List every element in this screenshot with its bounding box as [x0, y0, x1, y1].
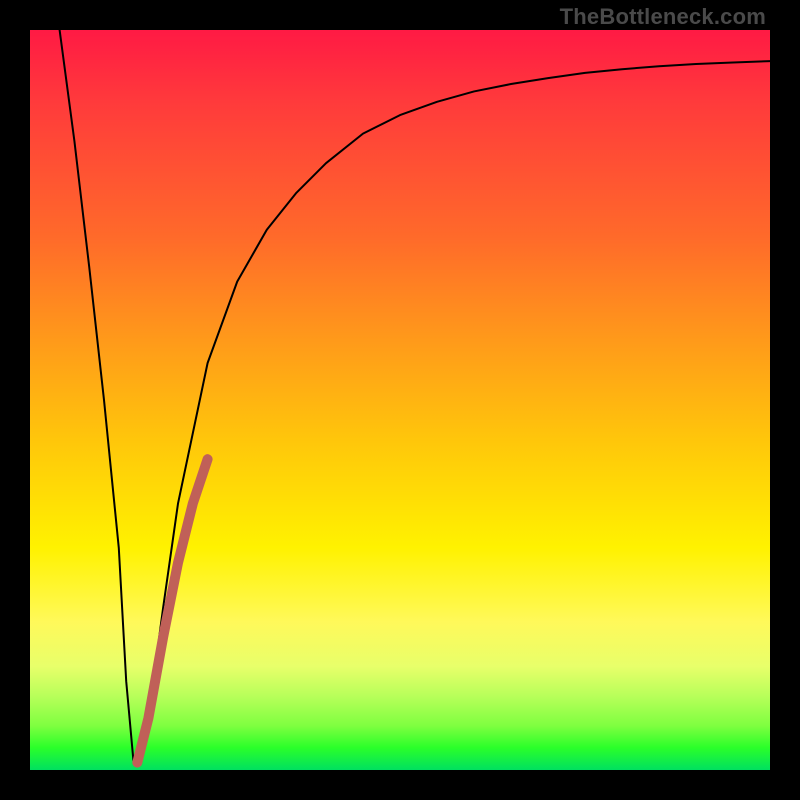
series-bottleneck-curve: [60, 30, 770, 763]
series-highlight-segment: [137, 459, 207, 762]
watermark-text: TheBottleneck.com: [560, 4, 766, 30]
chart-svg: [30, 30, 770, 770]
plot-area: [30, 30, 770, 770]
chart-frame: TheBottleneck.com: [0, 0, 800, 800]
